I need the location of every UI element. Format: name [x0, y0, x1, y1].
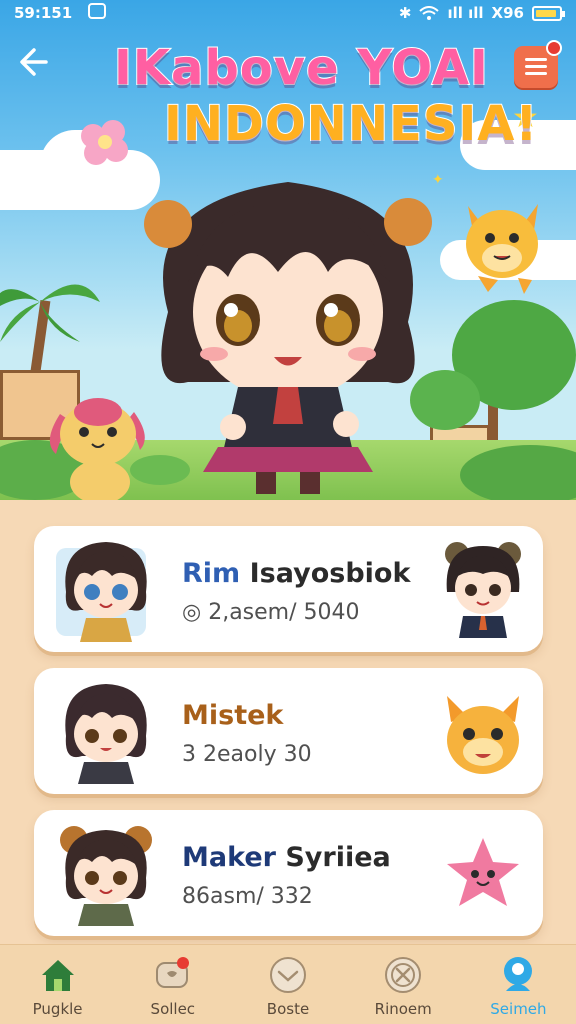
- nav-item-profile[interactable]: Seimeh: [461, 945, 576, 1024]
- player-card[interactable]: Rim Isayosbiok ◎ 2,asem/ 5040: [34, 526, 543, 652]
- nav-item-favorites[interactable]: Boste: [230, 945, 345, 1024]
- bottom-nav: Pugkle Sollec Boste Rinoem Seimeh: [0, 944, 576, 1024]
- battery-icon: [532, 5, 565, 21]
- fox-mascot: [466, 204, 538, 294]
- menu-button[interactable]: [514, 40, 562, 88]
- home-icon: [41, 960, 74, 991]
- wifi-icon: [419, 5, 440, 20]
- page-title-line2: INDONNESIA!: [163, 95, 539, 153]
- chat-heart-icon: [155, 957, 189, 988]
- profile-icon: [504, 957, 533, 991]
- page-title-line1: IKabove YOAI: [113, 39, 489, 97]
- flower-icon: [81, 120, 128, 165]
- player-card[interactable]: Maker Syriiea 86asm/ 332: [34, 810, 543, 936]
- player-stat: 3 2eaoly 30: [182, 742, 312, 767]
- avatar: [445, 542, 521, 638]
- nav-label: Pugkle: [32, 1000, 83, 1018]
- bluetooth-icon: ✱: [398, 4, 412, 22]
- hero-character: [144, 182, 432, 494]
- heart-icon: [270, 957, 306, 993]
- network-label: X96: [491, 4, 524, 22]
- menu-icon: [525, 58, 547, 61]
- back-arrow-icon[interactable]: [16, 40, 60, 84]
- player-name: Rim Isayosbiok: [182, 558, 411, 589]
- sim-icon: [88, 3, 106, 19]
- player-name: Maker Syriiea: [182, 842, 391, 873]
- nav-label: Boste: [266, 1000, 310, 1018]
- nav-item-social[interactable]: Sollec: [115, 945, 230, 1024]
- avatar: [60, 826, 152, 926]
- coin-icon: ◎: [182, 600, 202, 625]
- status-time: 59:151: [14, 4, 73, 22]
- avatar: [56, 542, 147, 642]
- x-circle-icon: [385, 957, 422, 993]
- nav-label: Seimeh: [490, 1000, 547, 1018]
- player-name: Mistek: [182, 700, 284, 731]
- player-stat: 86asm/ 332: [182, 884, 313, 909]
- nav-label: Rinoem: [374, 1000, 432, 1018]
- signal-icon: ıll ıll: [447, 4, 484, 22]
- palm-leaves: [0, 284, 100, 342]
- star-avatar: [447, 838, 519, 906]
- star-icon: ✦: [432, 172, 444, 188]
- nav-label: Sollec: [150, 1000, 196, 1018]
- nav-item-remove[interactable]: Rinoem: [346, 945, 461, 1024]
- status-bar: 59:151 ✱ ıll ıll X96: [0, 0, 576, 28]
- avatar: [65, 684, 147, 784]
- nav-item-home[interactable]: Pugkle: [0, 945, 115, 1024]
- player-stat: ◎ 2,asem/ 5040: [182, 600, 360, 625]
- fox-avatar: [447, 696, 519, 774]
- player-card[interactable]: Mistek 3 2eaoly 30: [34, 668, 543, 794]
- notification-dot: [546, 40, 562, 56]
